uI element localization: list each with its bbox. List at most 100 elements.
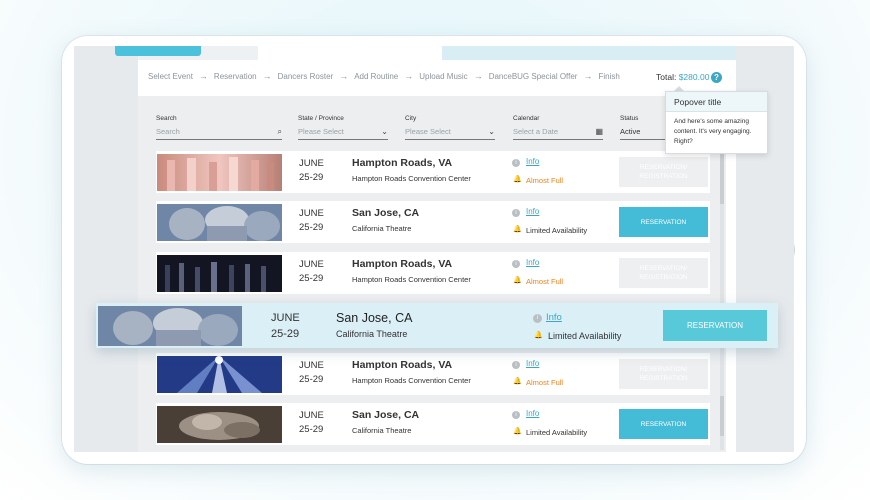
date-input[interactable]: Select a Date ▦ [513,126,603,140]
event-row[interactable]: JUNE 25-29 San Jose, CA California Theat… [156,403,710,445]
reservation-button[interactable]: RESERVATION/ REGISTRATION [619,157,708,187]
arrow-icon: → [339,71,349,81]
info-link[interactable]: Info [526,409,539,418]
popover-body: And here's some amazing content. It's ve… [674,118,752,145]
popover-title: Popover title [666,92,767,112]
availability-status: Almost Full [526,378,564,387]
event-city: Hampton Roads, VA [352,258,453,270]
event-days: 25-29 [299,222,324,233]
status-select[interactable]: Active [620,126,666,140]
event-city: San Jose, CA [352,207,420,219]
step-add-routine[interactable]: Add Routine [354,72,398,81]
search-placeholder: Search [156,127,180,136]
top-accent-tab[interactable] [115,46,201,56]
event-month: JUNE [271,312,300,324]
event-thumbnail [157,406,282,443]
event-venue: California Theatre [352,224,412,233]
info-icon: i [512,209,520,217]
info-icon: i [512,361,520,369]
bell-icon: 🔔 [534,332,543,339]
bell-icon: 🔔 [513,176,522,183]
city-label: City [405,115,417,122]
calendar-icon: ▦ [595,127,603,136]
arrow-icon: → [404,71,414,81]
step-finish[interactable]: Finish [598,72,619,81]
scrollbar-thumb-lower[interactable] [720,396,724,436]
event-venue: California Theatre [336,329,408,339]
step-select-event[interactable]: Select Event [148,72,193,81]
search-label: Search [156,115,177,122]
bell-icon: 🔔 [513,428,522,435]
reservation-button[interactable]: RESERVATION [619,409,708,439]
info-link[interactable]: Info [526,258,539,267]
state-placeholder: Please Select [298,127,344,136]
top-tab-right [442,46,736,60]
arrow-icon: → [198,71,208,81]
scrollbar-thumb[interactable] [720,150,724,204]
chevron-down-icon: ⌄ [381,127,388,136]
event-thumbnail [157,356,282,393]
event-venue: Hampton Roads Convention Center [352,275,471,284]
step-reservation[interactable]: Reservation [214,72,257,81]
info-icon: i [512,260,520,268]
step-upload-music[interactable]: Upload Music [419,72,467,81]
event-row[interactable]: JUNE 25-29 Hampton Roads, VA Hampton Roa… [156,353,710,395]
state-label: State / Province [298,115,344,122]
event-month: JUNE [299,259,324,270]
event-row[interactable]: JUNE 25-29 Hampton Roads, VA Hampton Roa… [156,252,710,294]
info-link[interactable]: Info [546,312,562,323]
reservation-button[interactable]: RESERVATION/ REGISTRATION [619,258,708,288]
reservation-button[interactable]: RESERVATION [663,310,767,341]
event-month: JUNE [299,410,324,421]
calendar-label: Calendar [513,115,540,122]
event-days: 25-29 [299,273,324,284]
event-days: 25-29 [271,328,300,340]
info-link[interactable]: Info [526,207,539,216]
date-placeholder: Select a Date [513,127,559,136]
event-days: 25-29 [299,374,324,385]
help-icon[interactable]: ? [711,72,722,83]
left-gutter [74,46,138,452]
step-special-offer[interactable]: DanceBUG Special Offer [489,72,578,81]
reservation-button[interactable]: RESERVATION/ REGISTRATION [619,359,708,389]
total-label: Total: [656,72,677,82]
bell-icon: 🔔 [513,378,522,385]
step-dancers-roster[interactable]: Dancers Roster [278,72,334,81]
chevron-down-icon: ⌄ [488,127,495,136]
event-thumbnail [98,306,242,346]
arrow-icon: → [262,71,272,81]
event-thumbnail [157,154,282,191]
status-label: Status [620,115,639,122]
event-thumbnail [157,255,282,292]
event-row[interactable]: JUNE 25-29 Hampton Roads, VA Hampton Roa… [156,151,710,193]
availability-status: Almost Full [526,277,564,286]
status-value: Active [620,127,641,136]
search-input[interactable]: Search ⌕ [156,126,282,140]
event-city: Hampton Roads, VA [352,157,453,169]
info-link[interactable]: Info [526,359,539,368]
city-placeholder: Please Select [405,127,451,136]
info-icon: i [512,411,520,419]
info-link[interactable]: Info [526,157,539,166]
bell-icon: 🔔 [513,226,522,233]
event-row[interactable]: JUNE 25-29 San Jose, CA California Theat… [156,201,710,243]
step-progress: Select Event → Reservation → Dancers Ros… [148,71,620,81]
info-icon: i [533,314,542,323]
event-venue: California Theatre [352,426,412,435]
event-month: JUNE [299,360,324,371]
event-row-hovered[interactable]: JUNE 25-29 San Jose, CA California Theat… [96,303,778,348]
state-select[interactable]: Please Select ⌄ [298,126,388,140]
search-icon: ⌕ [277,127,282,136]
info-icon: i [512,159,520,167]
event-month: JUNE [299,208,324,219]
order-total: Total: $280.00 [656,72,709,82]
event-city: San Jose, CA [352,409,420,421]
event-city: San Jose, CA [336,311,413,325]
arrow-icon: → [583,71,593,81]
event-thumbnail [157,204,282,241]
bell-icon: 🔔 [513,277,522,284]
event-city: Hampton Roads, VA [352,359,453,371]
reservation-button[interactable]: RESERVATION [619,207,708,237]
event-days: 25-29 [299,172,324,183]
city-select[interactable]: Please Select ⌄ [405,126,495,140]
